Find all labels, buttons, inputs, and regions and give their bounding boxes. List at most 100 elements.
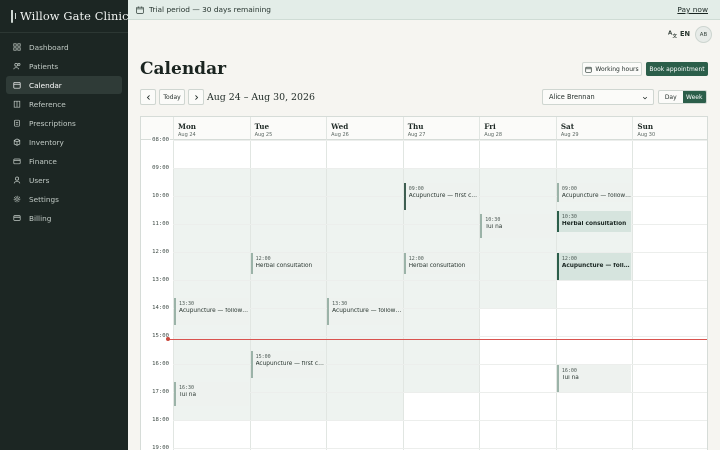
sidebar-item-label: Settings — [29, 194, 59, 204]
hour-label: 19:00 — [151, 445, 170, 450]
current-time-line — [167, 338, 707, 340]
brand[interactable]: Willow Gate Clinic — [0, 0, 129, 33]
event-title: Acupuncture — follow-up — [561, 193, 632, 199]
day-date: Aug 28 — [484, 132, 502, 138]
event-time: 12:00 — [408, 256, 424, 262]
event-title: Acupuncture — follow-up — [179, 307, 249, 314]
event-time: 12:00 — [255, 256, 271, 262]
appointment-event[interactable]: 15:00 Acupuncture — first con… — [250, 351, 326, 378]
book-appointment-button[interactable]: Book appointment — [646, 62, 708, 76]
event-title: Herbal consultation — [408, 263, 466, 269]
event-time: 15:00 — [255, 354, 271, 360]
trial-banner: Trial period — 30 days remaining Pay now — [128, 0, 720, 20]
avatar[interactable]: AB — [695, 26, 712, 43]
day-date: Aug 27 — [407, 132, 426, 138]
event-time: 12:00 — [561, 256, 577, 262]
appointment-event[interactable]: 12:00 Herbal consultation — [250, 253, 326, 275]
sidebar-item-dashboard[interactable]: Dashboard — [6, 38, 122, 56]
current-time-dot — [166, 336, 170, 341]
event-title: Acupuncture — first con… — [255, 361, 326, 367]
hour-label: 17:00 — [151, 389, 170, 395]
day-header-tue: Tue Aug 25 — [249, 117, 327, 140]
wallet-icon — [13, 157, 21, 165]
chevron-left-icon — [146, 94, 150, 100]
sidebar-item-calendar[interactable]: Calendar — [6, 76, 122, 94]
day-name: Mon — [178, 122, 196, 131]
day-header-wed: Wed Aug 26 — [326, 117, 403, 140]
appointment-event[interactable]: 09:00 Acupuncture — first con… — [403, 183, 479, 210]
hour-label: 14:00 — [151, 305, 170, 311]
sidebar-item-finance[interactable]: Finance — [6, 152, 122, 170]
day-header-thu: Thu Aug 27 — [402, 117, 480, 140]
user-icon — [13, 176, 21, 184]
appointment-event[interactable]: 10:30 Tui na — [480, 213, 555, 238]
pay-now-link[interactable]: Pay now — [677, 5, 708, 14]
hour-label: 18:00 — [151, 417, 170, 423]
day-column[interactable] — [326, 140, 403, 450]
practitioner-select[interactable]: Alice Brennan — [542, 89, 654, 105]
day-name: Wed — [331, 122, 349, 131]
day-name: Tue — [254, 122, 270, 131]
day-date: Aug 25 — [254, 132, 273, 138]
event-title: Herbal consultation — [255, 263, 313, 269]
sidebar-item-reference[interactable]: Reference — [6, 95, 122, 113]
sidebar-item-billing[interactable]: Billing — [6, 209, 122, 227]
gear-icon — [13, 195, 21, 203]
appointment-event[interactable]: 13:30 Acupuncture — follow-up — [174, 297, 249, 325]
language-label: EN — [680, 29, 691, 38]
prev-week-button[interactable] — [140, 89, 156, 105]
sidebar-item-inventory[interactable]: Inventory — [6, 133, 122, 151]
svg-text:文: 文 — [673, 33, 678, 38]
clinic-logo-icon — [11, 9, 16, 23]
sidebar-item-users[interactable]: Users — [6, 171, 122, 189]
sidebar-item-label: Users — [29, 175, 50, 185]
hour-line — [173, 168, 707, 169]
time-column: 08:00 09:00 10:00 11:00 12:00 13:00 14:00 15:00… — [141, 137, 173, 450]
sidebar-item-prescriptions[interactable]: Prescriptions — [6, 114, 122, 132]
language-switcher[interactable]: A文 EN — [668, 29, 691, 39]
today-button[interactable]: Today — [159, 89, 185, 105]
hour-line — [173, 448, 707, 449]
day-column[interactable] — [249, 140, 327, 450]
sidebar-item-label: Prescriptions — [29, 118, 76, 128]
hour-line — [173, 280, 707, 281]
clipboard-icon — [13, 119, 21, 127]
chevron-right-icon — [194, 94, 198, 100]
calendar-icon — [585, 66, 593, 73]
event-title: Acupuncture — follow-up — [561, 263, 632, 269]
view-day-button[interactable]: Day — [659, 91, 683, 103]
day-header-sat: Sat Aug 29 — [555, 117, 633, 140]
day-header-sun: Sun Aug 30 — [632, 117, 707, 140]
date-range: Aug 24 – Aug 30, 2026 — [207, 92, 315, 103]
sidebar-item-patients[interactable]: Patients — [6, 57, 122, 75]
day-header-mon: Mon Aug 24 — [173, 117, 250, 140]
sidebar-item-label: Reference — [29, 99, 66, 109]
next-week-button[interactable] — [188, 89, 204, 105]
hour-line — [173, 308, 707, 309]
day-date: Aug 24 — [178, 132, 196, 138]
appointment-event[interactable]: 09:00 Acupuncture — follow-up — [556, 183, 632, 202]
appointment-event[interactable]: 16:00 Tui na — [556, 365, 632, 392]
calendar-clock-icon — [136, 5, 144, 14]
chevron-down-icon — [642, 96, 648, 100]
day-column[interactable] — [479, 140, 556, 450]
working-hours-button[interactable]: Working hours — [582, 62, 642, 76]
appointment-event[interactable]: 10:30 Herbal consultation — [556, 211, 632, 233]
sidebar-item-settings[interactable]: Settings — [6, 190, 122, 208]
brand-name: Willow Gate Clinic — [20, 9, 129, 23]
hour-label: 10:00 — [151, 193, 170, 199]
appointment-event[interactable]: 16:30 Tui na — [174, 381, 249, 406]
practitioner-value: Alice Brennan — [549, 93, 595, 101]
appointment-event[interactable]: 12:00 Herbal consultation — [403, 253, 479, 275]
event-time: 16:30 — [179, 384, 195, 391]
appointment-event[interactable]: 12:00Acupuncture — follow-up — [556, 253, 632, 280]
appointment-event[interactable]: 13:30 Acupuncture — follow-up — [327, 297, 402, 325]
view-week-button[interactable]: Week — [682, 91, 706, 103]
day-column[interactable] — [632, 140, 707, 450]
sidebar-item-label: Dashboard — [29, 42, 69, 52]
event-time: 16:00 — [561, 368, 577, 374]
sidebar-nav: Dashboard Patients Calendar Reference Prescr… — [0, 33, 128, 233]
sidebar-item-label: Finance — [29, 156, 57, 166]
event-title: Tui na — [179, 391, 197, 398]
event-time: 09:00 — [408, 186, 424, 192]
